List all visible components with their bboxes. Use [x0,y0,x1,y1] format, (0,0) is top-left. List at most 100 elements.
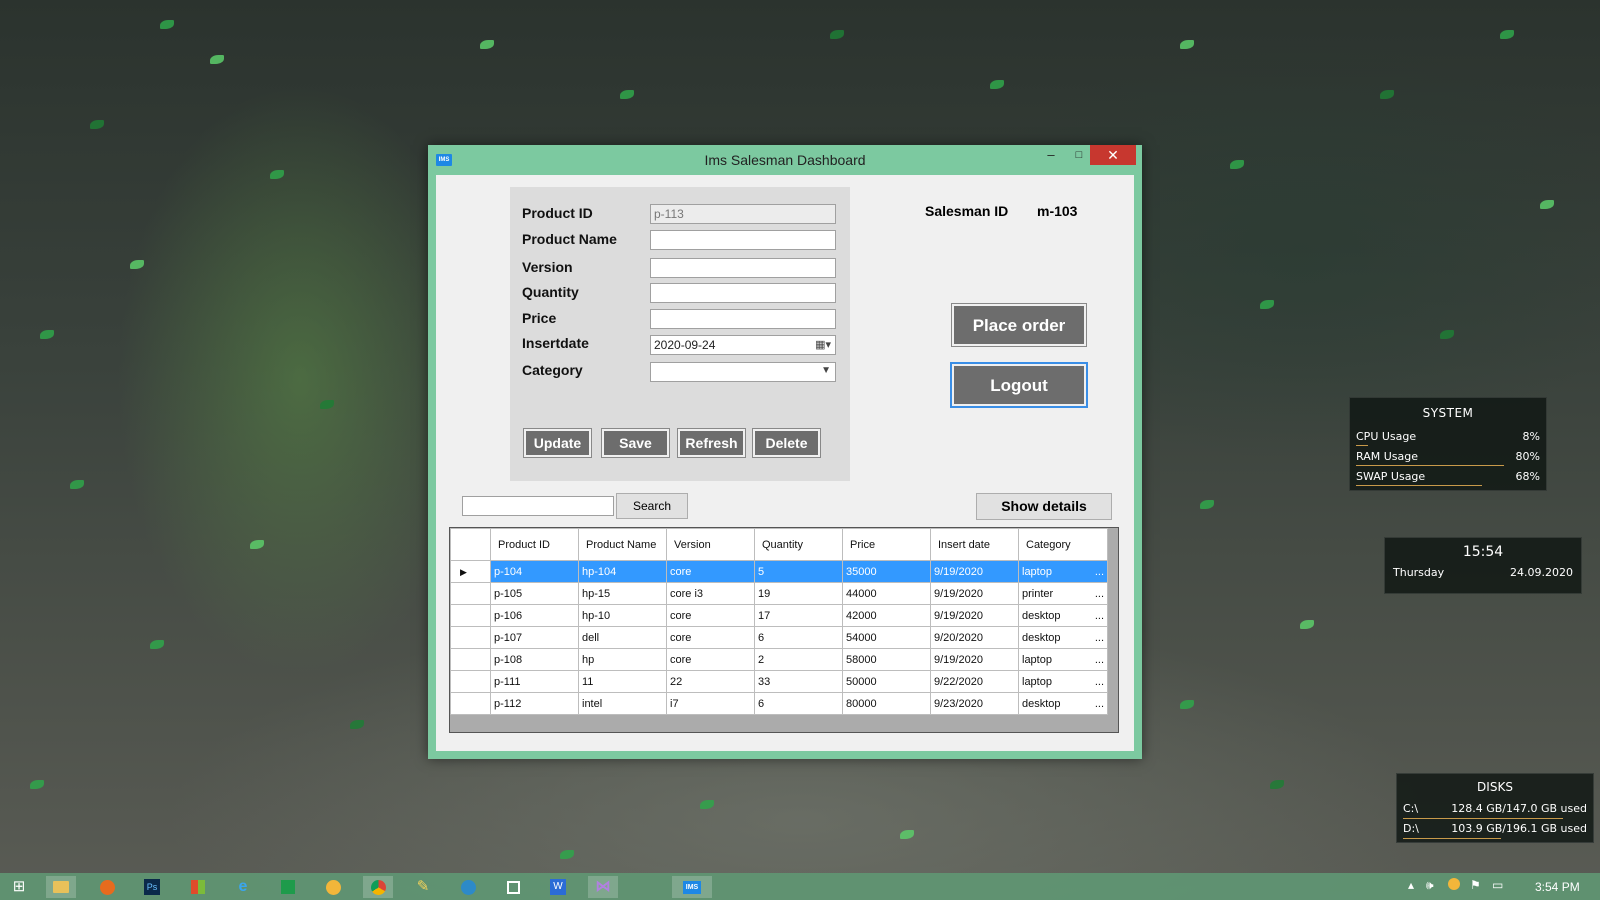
table-cell[interactable]: 22 [666,670,755,693]
table-cell[interactable]: 2 [754,648,843,671]
table-cell[interactable]: 5 [754,560,843,583]
column-header[interactable]: Product ID [490,528,579,561]
table-cell[interactable]: 33 [754,670,843,693]
table-cell[interactable]: core i3 [666,582,755,605]
column-header[interactable]: Insert date [930,528,1019,561]
chevron-up-icon[interactable]: ▴ [1408,878,1414,892]
table-cell[interactable]: hp [578,648,667,671]
cell-ellipsis-button[interactable]: ... [1095,654,1104,666]
close-button[interactable]: ✕ [1090,145,1136,165]
table-cell[interactable]: 9/19/2020 [930,560,1019,583]
table-cell[interactable]: desktop... [1018,604,1108,627]
table-cell[interactable]: core [666,560,755,583]
row-header-cell[interactable]: ▶ [450,560,491,583]
photoshop-icon[interactable]: Ps [137,876,167,898]
table-cell[interactable]: 44000 [842,582,931,605]
volume-icon[interactable]: 🕪 [1426,878,1434,893]
table-cell[interactable]: 19 [754,582,843,605]
chrome-icon[interactable] [363,876,393,898]
table-cell[interactable]: 9/19/2020 [930,604,1019,627]
table-row[interactable]: p-107 dell core 6 54000 9/20/2020 desktop... [450,626,1108,649]
office-icon[interactable] [183,876,213,898]
tool-icon[interactable]: ✎ [408,876,438,898]
table-cell[interactable]: p-112 [490,692,579,715]
table-cell[interactable]: p-111 [490,670,579,693]
table-cell[interactable]: 54000 [842,626,931,649]
update-button[interactable]: Update [523,428,592,458]
search-input[interactable] [462,496,614,516]
table-cell[interactable]: intel [578,692,667,715]
table-row[interactable]: p-105 hp-15 core i3 19 44000 9/19/2020 printer… [450,582,1108,605]
table-cell[interactable]: dell [578,626,667,649]
cell-ellipsis-button[interactable]: ... [1095,676,1104,688]
kodi-icon[interactable] [453,876,483,898]
ims-app-icon[interactable]: IMS [672,876,712,898]
word-icon[interactable]: W [543,876,573,898]
table-cell[interactable]: laptop... [1018,560,1108,583]
version-field[interactable] [650,258,836,278]
row-header-cell[interactable] [450,626,491,649]
firefox-icon[interactable] [92,876,122,898]
table-cell[interactable]: hp-104 [578,560,667,583]
internet-explorer-icon[interactable]: e [228,876,258,898]
windows-start-icon[interactable]: ⊞ [4,876,34,898]
cell-ellipsis-button[interactable]: ... [1095,610,1104,622]
search-button[interactable]: Search [616,493,688,519]
table-row[interactable]: p-111 11 22 33 50000 9/22/2020 laptop... [450,670,1108,693]
table-cell[interactable]: 6 [754,692,843,715]
dev-tool-icon[interactable] [498,876,528,898]
product-id-field[interactable]: p-113 [650,204,836,224]
table-cell[interactable]: 11 [578,670,667,693]
table-cell[interactable]: p-105 [490,582,579,605]
table-cell[interactable]: 42000 [842,604,931,627]
table-row[interactable]: p-106 hp-10 core 17 42000 9/19/2020 desktop... [450,604,1108,627]
table-cell[interactable]: core [666,626,755,649]
column-header[interactable]: Category [1018,528,1108,561]
row-header-cell[interactable] [450,670,491,693]
cell-ellipsis-button[interactable]: ... [1095,588,1104,600]
table-cell[interactable]: 9/19/2020 [930,582,1019,605]
column-header[interactable]: Price [842,528,931,561]
insertdate-picker[interactable]: 2020-09-24 ▦▾ [650,335,836,355]
table-cell[interactable]: 9/20/2020 [930,626,1019,649]
table-cell[interactable]: i7 [666,692,755,715]
table-row[interactable]: p-112 intel i7 6 80000 9/23/2020 desktop... [450,692,1108,715]
category-combobox[interactable]: ▼ [650,362,836,382]
table-cell[interactable]: laptop... [1018,648,1108,671]
excel-icon[interactable] [273,876,303,898]
show-details-button[interactable]: Show details [976,493,1112,520]
row-header-cell[interactable] [450,604,491,627]
table-cell[interactable]: p-107 [490,626,579,649]
table-cell[interactable]: p-106 [490,604,579,627]
cell-ellipsis-button[interactable]: ... [1095,698,1104,710]
cell-ellipsis-button[interactable]: ... [1095,566,1104,578]
column-header[interactable]: Version [666,528,755,561]
chrome-tray-icon[interactable] [1448,878,1460,893]
table-cell[interactable]: 6 [754,626,843,649]
table-cell[interactable]: desktop... [1018,692,1108,715]
file-explorer-icon[interactable] [46,876,76,898]
visual-studio-icon[interactable]: ⋈ [588,876,618,898]
table-cell[interactable]: core [666,648,755,671]
chrome-canary-icon[interactable] [318,876,348,898]
product-name-field[interactable] [650,230,836,250]
table-cell[interactable]: 9/22/2020 [930,670,1019,693]
quantity-field[interactable] [650,283,836,303]
delete-button[interactable]: Delete [752,428,821,458]
chevron-down-icon[interactable]: ▼ [821,365,831,376]
taskbar-clock[interactable]: 3:54 PM [1535,880,1580,894]
row-header-cell[interactable] [450,692,491,715]
table-cell[interactable]: p-108 [490,648,579,671]
table-cell[interactable]: 9/23/2020 [930,692,1019,715]
action-center-flag-icon[interactable]: ⚑ [1470,878,1481,892]
table-cell[interactable]: desktop... [1018,626,1108,649]
row-header-cell[interactable] [450,582,491,605]
table-cell[interactable]: hp-10 [578,604,667,627]
table-cell[interactable]: laptop... [1018,670,1108,693]
column-header[interactable]: Quantity [754,528,843,561]
table-cell[interactable]: 58000 [842,648,931,671]
table-cell[interactable]: 17 [754,604,843,627]
column-header[interactable]: Product Name [578,528,667,561]
maximize-button[interactable]: □ [1066,145,1092,165]
logout-button[interactable]: Logout [950,362,1088,408]
